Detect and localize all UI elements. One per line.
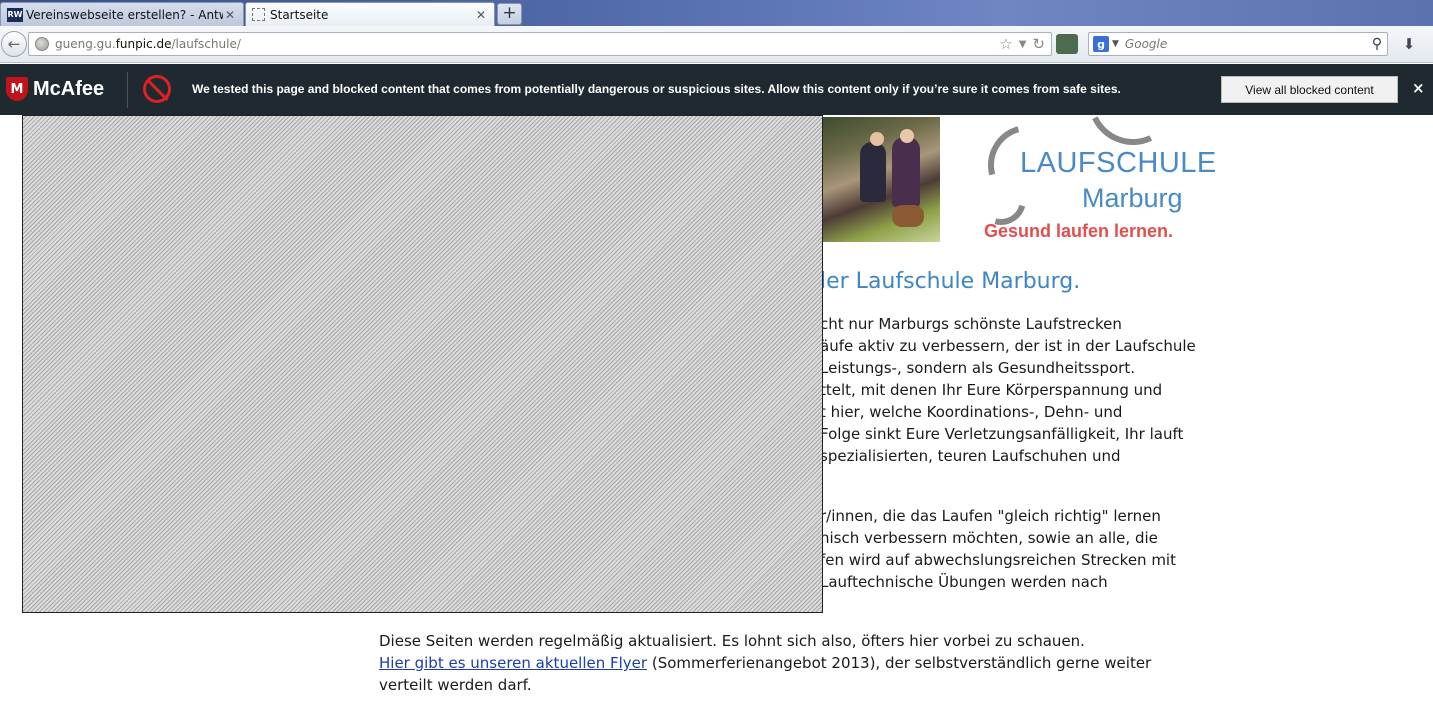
- intro-paragraph: cht nur Marburgs schönste Laufstrecken ä…: [820, 313, 1196, 467]
- search-input[interactable]: Google: [1125, 37, 1367, 51]
- photo-figure: [870, 132, 884, 146]
- tab-label: Vereinswebseite erstellen? - Antworten: [26, 7, 223, 22]
- group-photo: [820, 117, 940, 242]
- mcafee-brand: McAfee: [33, 77, 105, 100]
- divider: [127, 72, 128, 108]
- text-line: Hier gibt es unseren aktuellen Flyer (So…: [379, 652, 1151, 674]
- url-host: funpic.de: [115, 37, 172, 51]
- photo-figure: [892, 137, 920, 207]
- rw-favicon-icon: RW: [7, 7, 23, 22]
- tab-strip: RW Vereinswebseite erstellen? - Antworte…: [0, 0, 1433, 26]
- close-icon[interactable]: ×: [1412, 79, 1425, 97]
- update-notice: Diese Seiten werden regelmäßig aktualisi…: [379, 630, 1151, 696]
- mcafee-logo: M McAfee: [6, 77, 104, 101]
- page-heading: ler Laufschule Marburg.: [820, 269, 1081, 294]
- laufschule-logo: LAUFSCHULE Marburg Gesund laufen lernen.: [966, 42, 1216, 245]
- new-tab-button[interactable]: +: [497, 3, 522, 25]
- text-line: cht nur Marburgs schönste Laufstrecken: [820, 315, 1122, 333]
- photo-figure: [892, 205, 924, 227]
- text-line: t hier, welche Koordinations-, Dehn- und: [820, 403, 1123, 421]
- tab-label: Startseite: [270, 7, 329, 22]
- text-line: Lauftechnische Übungen werden nach: [820, 573, 1108, 591]
- text-line: spezialisierten, teuren Laufschuhen und: [820, 447, 1121, 465]
- page-content: LAUFSCHULE Marburg Gesund laufen lernen.…: [0, 42, 1433, 707]
- download-icon[interactable]: ⬇: [1398, 35, 1420, 55]
- text-line: äufe aktiv zu verbessern, der ist in der…: [820, 337, 1196, 355]
- blocked-content-placeholder: [22, 115, 823, 613]
- tab-vereinswebseite[interactable]: RW Vereinswebseite erstellen? - Antworte…: [0, 2, 244, 26]
- chevron-down-icon[interactable]: ▼: [1019, 39, 1027, 50]
- globe-icon: [35, 37, 49, 51]
- text-line: verteilt werden darf.: [379, 676, 532, 694]
- url-actions: ☆ ▼ ↻: [999, 35, 1051, 53]
- url-text[interactable]: gueng.gu.funpic.de/laufschule/: [55, 37, 999, 51]
- tab-startseite[interactable]: Startseite ✕: [245, 2, 495, 26]
- search-icon[interactable]: ⚲: [1367, 36, 1387, 52]
- photo-figure: [900, 129, 914, 143]
- search-bar[interactable]: g ▼ Google ⚲: [1088, 32, 1388, 56]
- feedback-bubble-icon[interactable]: [1056, 34, 1078, 54]
- text-line: Leistungs-, sondern als Gesundheitssport…: [820, 359, 1135, 377]
- blocked-content-message: We tested this page and blocked content …: [192, 82, 1121, 96]
- bookmark-star-icon[interactable]: ☆: [999, 35, 1012, 53]
- blank-page-icon: [252, 8, 265, 21]
- logo-city: Marburg: [1082, 183, 1183, 213]
- flyer-link[interactable]: Hier gibt es unseren aktuellen Flyer: [379, 654, 647, 672]
- arrow-left-icon: ←: [7, 35, 21, 53]
- reload-icon[interactable]: ↻: [1032, 35, 1045, 53]
- close-tab-icon[interactable]: ✕: [223, 8, 237, 22]
- text-line: Diese Seiten werden regelmäßig aktualisi…: [379, 632, 1085, 650]
- text-line: Folge sinkt Eure Verletzungsanfälligkeit…: [820, 425, 1184, 443]
- logo-title: LAUFSCHULE: [1020, 147, 1217, 179]
- text-line: nisch verbessern möchten, sowie an alle,…: [820, 529, 1158, 547]
- google-icon[interactable]: g: [1093, 36, 1109, 52]
- navigation-bar: ← gueng.gu.funpic.de/laufschule/ ☆ ▼ ↻ g…: [0, 26, 1433, 63]
- url-prefix: gueng.gu.: [55, 37, 116, 51]
- back-button[interactable]: ←: [1, 31, 27, 57]
- mcafee-shield-icon: M: [6, 77, 28, 101]
- text-line: ttelt, mit denen Ihr Eure Körperspannung…: [820, 381, 1163, 399]
- text-line: r/innen, die das Laufen "gleich richtig"…: [820, 507, 1161, 525]
- view-blocked-content-button[interactable]: View all blocked content: [1221, 76, 1398, 103]
- blocked-icon: [143, 75, 171, 103]
- photo-figure: [860, 142, 886, 202]
- chevron-down-icon[interactable]: ▼: [1112, 39, 1119, 49]
- logo-tagline: Gesund laufen lernen.: [984, 221, 1174, 241]
- url-bar[interactable]: gueng.gu.funpic.de/laufschule/ ☆ ▼ ↻: [28, 32, 1052, 56]
- mcafee-notification-bar: M McAfee We tested this page and blocked…: [0, 64, 1433, 115]
- url-path: /laufschule/: [171, 37, 241, 51]
- close-tab-icon[interactable]: ✕: [474, 8, 488, 22]
- text-line: fen wird auf abwechslungsreichen Strecke…: [820, 551, 1176, 569]
- flyer-description: (Sommerferienangebot 2013), der selbstve…: [647, 654, 1152, 672]
- audience-paragraph: r/innen, die das Laufen "gleich richtig"…: [820, 505, 1176, 593]
